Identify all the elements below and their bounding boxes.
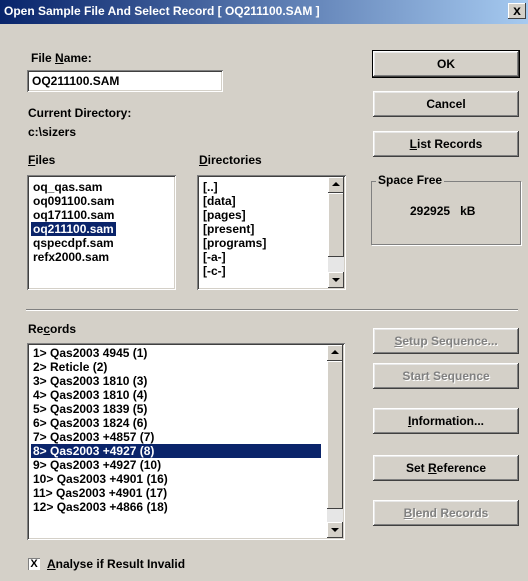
file-name-label-mnemonic: N (55, 51, 64, 65)
list-item[interactable]: [-c-] (201, 264, 228, 278)
list-item[interactable]: 1> Qas2003 4945 (1) (31, 346, 149, 360)
list-item[interactable]: [programs] (201, 236, 268, 250)
list-records-label: ist Records (416, 137, 483, 151)
list-item[interactable]: [..] (201, 180, 220, 194)
list-item[interactable]: 9> Qas2003 +4927 (10) (31, 458, 163, 472)
list-item[interactable]: [pages] (201, 208, 248, 222)
list-item[interactable]: 12> Qas2003 +4866 (18) (31, 500, 170, 514)
list-item[interactable]: 10> Qas2003 +4901 (16) (31, 472, 170, 486)
set-reference-button[interactable]: Set Reference (373, 455, 519, 481)
list-item[interactable]: 2> Reticle (2) (31, 360, 109, 374)
directories-label-post: irectories (207, 153, 262, 167)
analyse-checkbox-label[interactable]: Analyse if Result Invalid (47, 557, 185, 571)
set-reference-mnemonic: R (427, 461, 437, 475)
directories-scrollbar[interactable] (328, 177, 344, 288)
scroll-thumb[interactable] (328, 193, 344, 257)
records-label-post: ords (50, 322, 77, 336)
close-icon: x (513, 2, 521, 18)
list-item[interactable]: 7> Qas2003 +4857 (7) (31, 430, 156, 444)
file-name-label: File Name: (31, 51, 92, 65)
separator (26, 309, 518, 311)
blend-records-mnemonic: B (403, 506, 413, 520)
title-bar[interactable]: Open Sample File And Select Record [ OQ2… (0, 0, 528, 24)
list-records-mnemonic: L (409, 137, 417, 151)
scroll-thumb[interactable] (327, 361, 343, 509)
records-label: Records (28, 322, 76, 336)
list-item-selected[interactable]: oq211100.sam (31, 222, 116, 236)
scroll-up-button[interactable] (328, 177, 344, 193)
list-item-selected[interactable]: 8> Qas2003 +4927 (8) (31, 444, 321, 458)
space-free-unit: kB (460, 204, 476, 218)
analyse-checkbox[interactable]: X (28, 558, 40, 570)
list-item[interactable]: 4> Qas2003 1810 (4) (31, 388, 149, 402)
scroll-up-button[interactable] (327, 345, 343, 361)
records-label-pre: Re (28, 322, 44, 336)
list-item[interactable]: [data] (201, 194, 238, 208)
arrow-down-icon (331, 528, 339, 532)
blend-records-label: lend Records (412, 506, 489, 520)
blend-records-button[interactable]: Blend Records (373, 500, 519, 526)
file-name-input[interactable]: OQ211100.SAM (27, 70, 223, 92)
records-scrollbar[interactable] (327, 345, 343, 538)
files-label-post: iles (35, 153, 56, 167)
list-item[interactable]: [-a-] (201, 250, 228, 264)
list-item[interactable]: oq_qas.sam (31, 180, 104, 194)
close-button[interactable]: x (508, 3, 526, 19)
information-label: nformation... (411, 414, 484, 428)
setup-sequence-label: etup Sequence... (402, 334, 498, 348)
file-name-label-post: ame: (63, 51, 92, 65)
space-free-value: 292925 kB (410, 204, 475, 218)
ok-button[interactable]: OK (372, 50, 520, 78)
list-item[interactable]: oq091100.sam (31, 194, 116, 208)
arrow-down-icon (332, 278, 340, 282)
file-name-value: OQ211100.SAM (32, 74, 120, 88)
arrow-up-icon (332, 182, 340, 186)
information-button[interactable]: Information... (373, 408, 519, 434)
space-free-label: Space Free (376, 173, 445, 187)
setup-sequence-button[interactable]: Setup Sequence... (373, 328, 519, 354)
analyse-label-mnemonic: A (47, 557, 56, 571)
cancel-button[interactable]: Cancel (373, 91, 519, 117)
space-free-number: 292925 (410, 204, 451, 218)
scroll-down-button[interactable] (327, 522, 343, 538)
arrow-up-icon (331, 350, 339, 354)
start-sequence-button[interactable]: Start Sequence (373, 363, 519, 389)
list-item[interactable]: 3> Qas2003 1810 (3) (31, 374, 149, 388)
list-item[interactable]: qspecdpf.sam (31, 236, 116, 250)
list-item[interactable]: 6> Qas2003 1824 (6) (31, 416, 149, 430)
scroll-down-button[interactable] (328, 272, 344, 288)
directories-label: Directories (199, 153, 262, 167)
space-free-group: Space Free 292925 kB (371, 173, 521, 245)
set-reference-pre: Set (405, 461, 428, 475)
list-item[interactable]: 11> Qas2003 +4901 (17) (31, 486, 169, 500)
list-item[interactable]: oq171100.sam (31, 208, 116, 222)
dialog-window: Open Sample File And Select Record [ OQ2… (0, 0, 528, 581)
files-label: Files (28, 153, 55, 167)
records-list[interactable]: 1> Qas2003 4945 (1) 2> Reticle (2) 3> Qa… (27, 343, 345, 540)
list-item[interactable]: [present] (201, 222, 256, 236)
directories-list[interactable]: [..] [data] [pages] [present] [programs]… (197, 175, 346, 290)
current-directory-label: Current Directory: (28, 106, 132, 120)
list-item[interactable]: refx2000.sam (31, 250, 111, 264)
window-title: Open Sample File And Select Record [ OQ2… (4, 4, 320, 18)
list-item[interactable]: 5> Qas2003 1839 (5) (31, 402, 149, 416)
current-directory-value: c:\sizers (28, 125, 77, 139)
directories-label-mnemonic: D (199, 153, 208, 167)
files-list[interactable]: oq_qas.sam oq091100.sam oq171100.sam oq2… (27, 175, 176, 290)
set-reference-label: eference (436, 461, 487, 475)
file-name-label-pre: File (31, 51, 56, 65)
list-records-button[interactable]: List Records (373, 131, 519, 157)
analyse-label-text: nalyse if Result Invalid (55, 557, 186, 571)
